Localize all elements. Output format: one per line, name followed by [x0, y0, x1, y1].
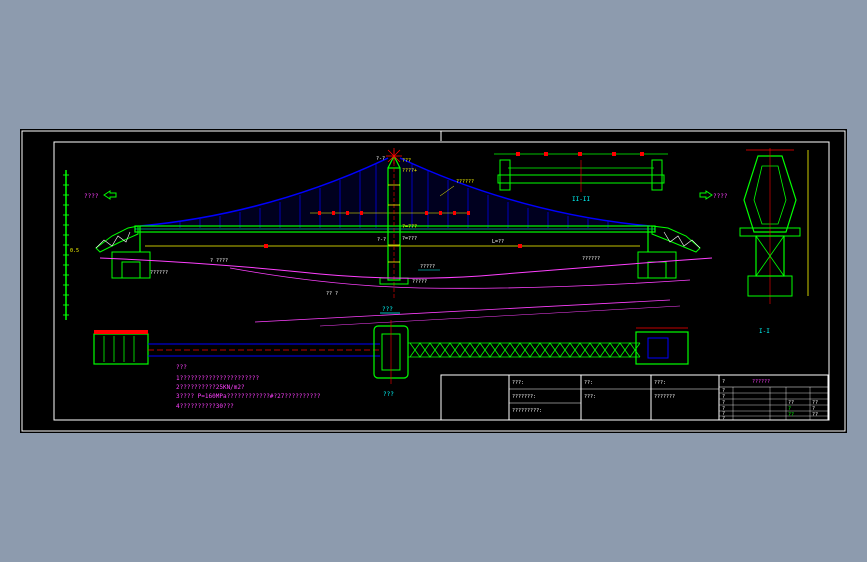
tb-val-4: ??: [788, 412, 794, 418]
tower-top-star-icon: [386, 148, 402, 164]
tb-c4r1: ?: [722, 379, 725, 385]
elevation-bottom-dim: ?????: [412, 279, 427, 285]
tb-c3r2: ???????: [654, 394, 675, 400]
notes-title: ???: [176, 364, 187, 371]
tb-c1r3: ?????????:: [512, 408, 542, 414]
tb-c4r2: ??????: [752, 379, 770, 385]
section-i-label: I-I: [759, 328, 770, 335]
tb-val-6: ??: [812, 412, 818, 418]
tb-c1r1: ???:: [512, 380, 524, 386]
plan-left-abutment-top: [94, 330, 148, 334]
left-direction-label: ????: [84, 193, 99, 200]
span-midpoint-mark-right: [518, 244, 522, 248]
span-midpoint-mark-left: [264, 244, 268, 248]
notes-line-3: 3???? P=160MPa????????????#?27??????????: [176, 393, 321, 400]
ground-right-label: ??????: [582, 256, 600, 262]
notes-line-2: 2??????????25KN/m2?: [176, 384, 245, 391]
plan-view-label: ???: [383, 391, 394, 398]
water-level-label: ?????: [420, 264, 435, 270]
deck-mark-label: ?=???: [402, 236, 417, 242]
elevation-view-label: ???: [382, 306, 393, 313]
tb-c1r2: ???????:: [512, 394, 536, 400]
tb-row-6: ?: [722, 416, 725, 422]
right-direction-label: ????: [713, 193, 728, 200]
cad-drawing-viewport[interactable]: ???? ???? L=?? 0.5 ??? ????+ ?=??? ?-? ?…: [0, 0, 867, 562]
left-anchor-label: 0.5: [70, 248, 79, 254]
tower-dim-2: ?-?: [377, 237, 386, 243]
tower-dim-1: ?-?: [376, 156, 385, 162]
tb-c2r1: ??:: [584, 380, 593, 386]
cable-annotation: ??????: [456, 179, 474, 185]
tower-top-label: ???: [402, 158, 411, 164]
elevation-depth-mark: ? ????: [210, 258, 228, 264]
tower-mark-2: ?=???: [402, 224, 417, 230]
tower-mark-1: ????+: [402, 168, 417, 174]
span-label: L=??: [492, 239, 504, 245]
ground-left-label: ??????: [150, 270, 168, 276]
notes-line-1: 1??????????????????????: [176, 375, 259, 382]
elevation-bottom-mark: ?? ?: [326, 291, 338, 297]
section-ii-label: II-II: [572, 196, 590, 203]
notes-line-4: 4??????????30???: [176, 403, 234, 410]
tb-c3r1: ???:: [654, 380, 666, 386]
tb-c2r2: ???:: [584, 394, 596, 400]
